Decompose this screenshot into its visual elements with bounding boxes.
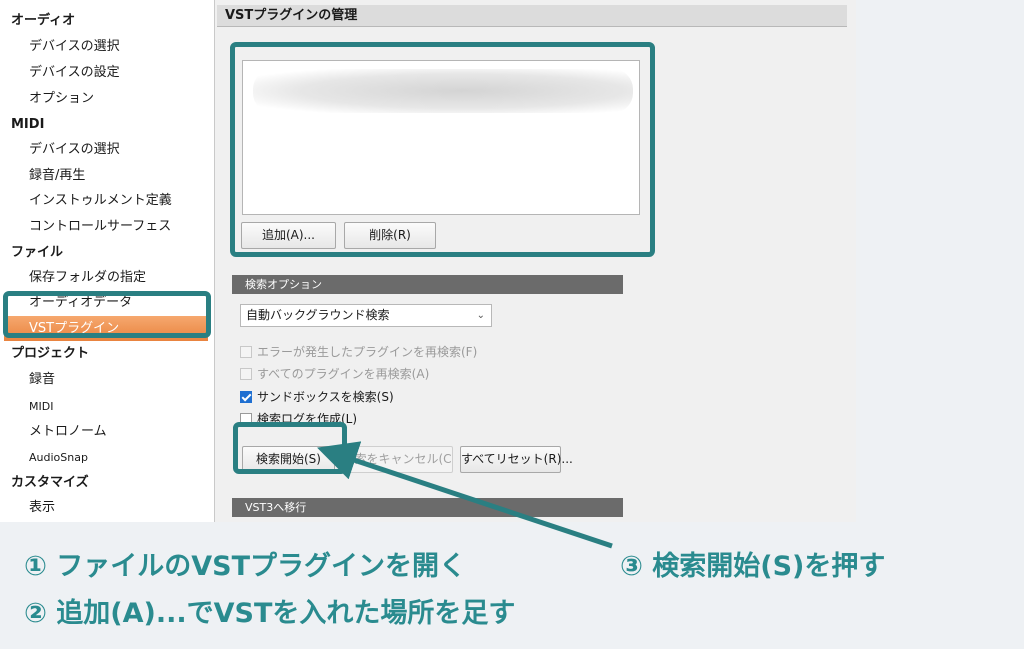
annotation-step-3: ③ 検索開始(S)を押す [620, 551, 886, 582]
annotation-step-1: ① ファイルのVSTプラグインを開く [24, 551, 467, 582]
annotation-step-2: ② 追加(A)...でVSTを入れた場所を足す [24, 598, 516, 629]
